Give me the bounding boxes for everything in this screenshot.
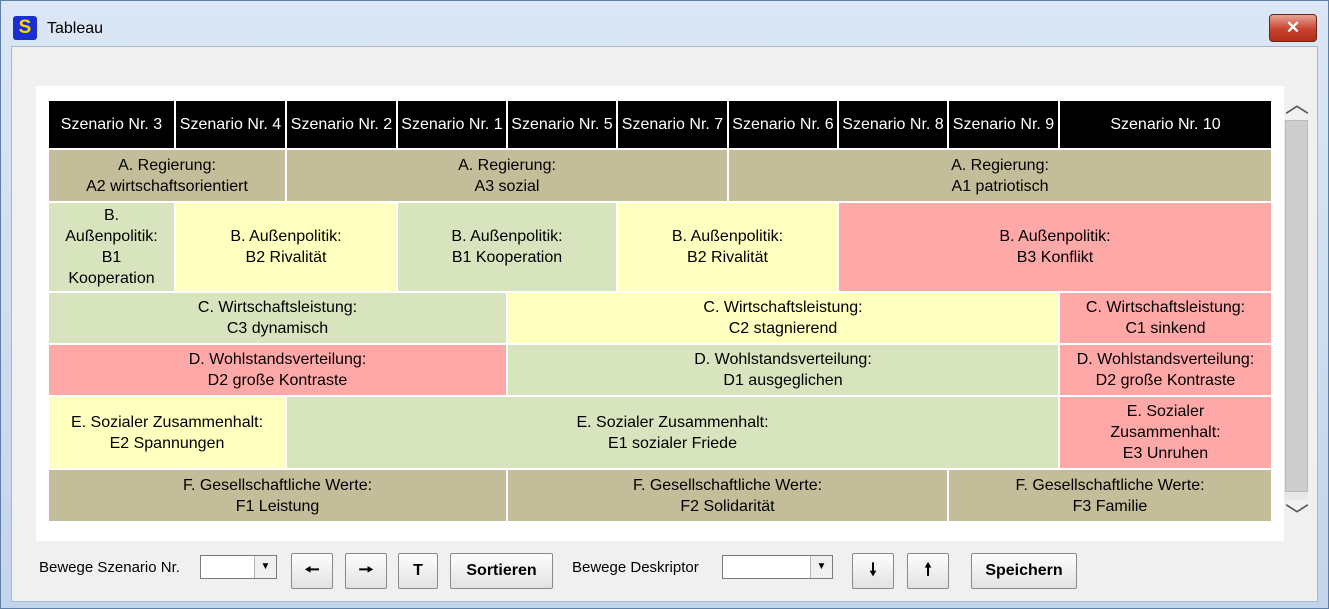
descriptor-cell-text: A. Regierung: A3 sozial [458,156,556,195]
move-up-button[interactable]: 🠕 [907,553,949,589]
descriptor-cell[interactable]: B. Außenpolitik: B3 Konflikt [838,202,1272,292]
descriptor-cell[interactable]: F. Gesellschaftliche Werte: F1 Leistung [48,469,507,522]
descriptor-cell-text: E. Sozialer Zusammenhalt: E1 sozialer Fr… [576,413,769,452]
tableau-window: S Tableau ✕ Szenario Nr. 3 Szenario Nr. 4… [0,0,1329,609]
client-area: Szenario Nr. 3 Szenario Nr. 4 Szenario Nr.… [11,46,1318,602]
move-descriptor-label: Bewege Deskriptor [572,559,699,576]
scenario-header-text: Szenario Nr. 9 [952,116,1055,133]
descriptor-cell[interactable]: E. Sozialer Zusammenhalt: E3 Unruhen [1059,396,1272,469]
descriptor-cell-text: F. Gesellschaftliche Werte: F3 Familie [1015,476,1205,515]
descriptor-cell[interactable]: C. Wirtschaftsleistung: C3 dynamisch [48,292,507,344]
arrow-right-icon: 🠖 [358,559,374,579]
scroll-down-icon[interactable]: ﹀ [1283,504,1311,530]
move-left-button[interactable]: 🠔 [291,553,333,589]
move-descriptor-select[interactable]: ▼ [722,555,833,579]
scenario-header[interactable]: Szenario Nr. 7 [617,100,728,149]
t-button-label: T [413,562,423,579]
save-button[interactable]: Speichern [971,553,1077,589]
scenario-header[interactable]: Szenario Nr. 1 [397,100,507,149]
descriptor-cell[interactable]: E. Sozialer Zusammenhalt: E1 sozialer Fr… [286,396,1059,469]
tableau-canvas: Szenario Nr. 3 Szenario Nr. 4 Szenario Nr.… [36,86,1284,541]
sort-button-label: Sortieren [466,562,537,579]
scroll-thumb[interactable] [1285,120,1308,492]
scenario-header-text: Szenario Nr. 10 [1110,116,1221,133]
descriptor-cell-text: A. Regierung: A1 patriotisch [951,156,1049,195]
scenario-header[interactable]: Szenario Nr. 5 [507,100,617,149]
descriptor-cell-text: B. Außenpolitik: B1 Kooperation [65,207,158,287]
app-icon: S [13,16,37,40]
descriptor-cell[interactable]: F. Gesellschaftliche Werte: F3 Familie [948,469,1272,522]
move-scenario-label: Bewege Szenario Nr. [39,559,180,576]
title-bar[interactable]: S Tableau ✕ [1,1,1328,45]
descriptor-cell-text: F. Gesellschaftliche Werte: F1 Leistung [182,476,373,515]
descriptor-cell-text: D. Wohlstandsverteilung: D1 ausgeglichen [694,351,872,389]
scenario-header[interactable]: Szenario Nr. 3 [48,100,175,149]
scenario-header[interactable]: Szenario Nr. 10 [1059,100,1272,149]
scenario-header-text: Szenario Nr. 4 [179,116,282,133]
descriptor-cell[interactable]: A. Regierung: A1 patriotisch [728,149,1272,202]
descriptor-cell[interactable]: D. Wohlstandsverteilung: D2 große Kontra… [48,344,507,396]
scroll-track[interactable] [1284,120,1308,500]
descriptor-cell[interactable]: B. Außenpolitik: B2 Rivalität [617,202,838,292]
descriptor-cell-text: E. Sozialer Zusammenhalt: E3 Unruhen [1110,403,1221,462]
arrow-down-icon: 🠗 [869,559,877,579]
descriptor-cell-text: D. Wohlstandsverteilung: D2 große Kontra… [188,351,367,389]
arrow-left-icon: 🠔 [304,559,320,579]
descriptor-cell[interactable]: C. Wirtschaftsleistung: C2 stagnierend [507,292,1059,344]
descriptor-cell[interactable]: F. Gesellschaftliche Werte: F2 Solidarit… [507,469,948,522]
descriptor-cell[interactable]: B. Außenpolitik: B2 Rivalität [175,202,397,292]
descriptor-cell-text: B. Außenpolitik: B2 Rivalität [671,228,784,266]
scenario-header[interactable]: Szenario Nr. 6 [728,100,838,149]
vertical-scrollbar[interactable]: ︿ ﹀ [1283,92,1311,530]
chevron-down-icon[interactable]: ▼ [810,556,832,578]
scenario-header[interactable]: Szenario Nr. 4 [175,100,286,149]
descriptor-cell-text: C. Wirtschaftsleistung: C2 stagnierend [703,299,863,337]
scenario-header-text: Szenario Nr. 8 [842,116,944,133]
scenario-header-text: Szenario Nr. 5 [511,116,613,133]
scenario-header[interactable]: Szenario Nr. 9 [948,100,1059,149]
descriptor-cell-text: A. Regierung: A2 wirtschaftsorientiert [86,156,248,195]
descriptor-cell[interactable]: A. Regierung: A3 sozial [286,149,728,202]
t-button[interactable]: T [398,553,438,589]
descriptor-cell[interactable]: A. Regierung: A2 wirtschaftsorientiert [48,149,286,202]
scroll-up-icon[interactable]: ︿ [1283,92,1311,118]
arrow-up-icon: 🠕 [924,559,932,579]
descriptor-cell[interactable]: B. Außenpolitik: B1 Kooperation [397,202,617,292]
move-scenario-select[interactable]: ▼ [200,555,277,579]
save-button-label: Speichern [985,562,1063,579]
descriptor-cell-text: E. Sozialer Zusammenhalt: E2 Spannungen [70,413,264,452]
scenario-header-text: Szenario Nr. 3 [60,116,163,133]
scenario-header-text: Szenario Nr. 7 [621,116,724,133]
descriptor-cell-text: B. Außenpolitik: B3 Konflikt [999,228,1111,266]
scenario-header[interactable]: Szenario Nr. 8 [838,100,948,149]
descriptor-cell-text: C. Wirtschaftsleistung: C1 sinkend [1085,299,1246,337]
descriptor-cell[interactable]: D. Wohlstandsverteilung: D2 große Kontra… [1059,344,1272,396]
move-right-button[interactable]: 🠖 [345,553,387,589]
descriptor-cell[interactable]: E. Sozialer Zusammenhalt: E2 Spannungen [48,396,286,469]
sort-button[interactable]: Sortieren [450,553,553,589]
scenario-header-text: Szenario Nr. 6 [732,116,834,133]
scenario-header-text: Szenario Nr. 2 [290,116,393,133]
descriptor-cell-text: B. Außenpolitik: B2 Rivalität [230,228,342,266]
descriptor-cell-text: F. Gesellschaftliche Werte: F2 Solidarit… [632,476,823,515]
close-icon: ✕ [1285,18,1301,37]
descriptor-cell-text: C. Wirtschaftsleistung: C3 dynamisch [197,299,358,337]
scenario-header-text: Szenario Nr. 1 [401,116,503,133]
descriptor-cell[interactable]: D. Wohlstandsverteilung: D1 ausgeglichen [507,344,1059,396]
descriptor-cell-text: D. Wohlstandsverteilung: D2 große Kontra… [1076,351,1255,389]
scenario-tableau: Szenario Nr. 3 Szenario Nr. 4 Szenario Nr.… [48,100,1272,532]
window-title: Tableau [47,20,104,37]
scenario-header[interactable]: Szenario Nr. 2 [286,100,397,149]
descriptor-cell[interactable]: C. Wirtschaftsleistung: C1 sinkend [1059,292,1272,344]
move-down-button[interactable]: 🠗 [852,553,894,589]
descriptor-cell[interactable]: B. Außenpolitik: B1 Kooperation [48,202,175,292]
close-button[interactable]: ✕ [1269,14,1317,42]
descriptor-cell-text: B. Außenpolitik: B1 Kooperation [451,228,563,266]
chevron-down-icon[interactable]: ▼ [254,556,276,578]
